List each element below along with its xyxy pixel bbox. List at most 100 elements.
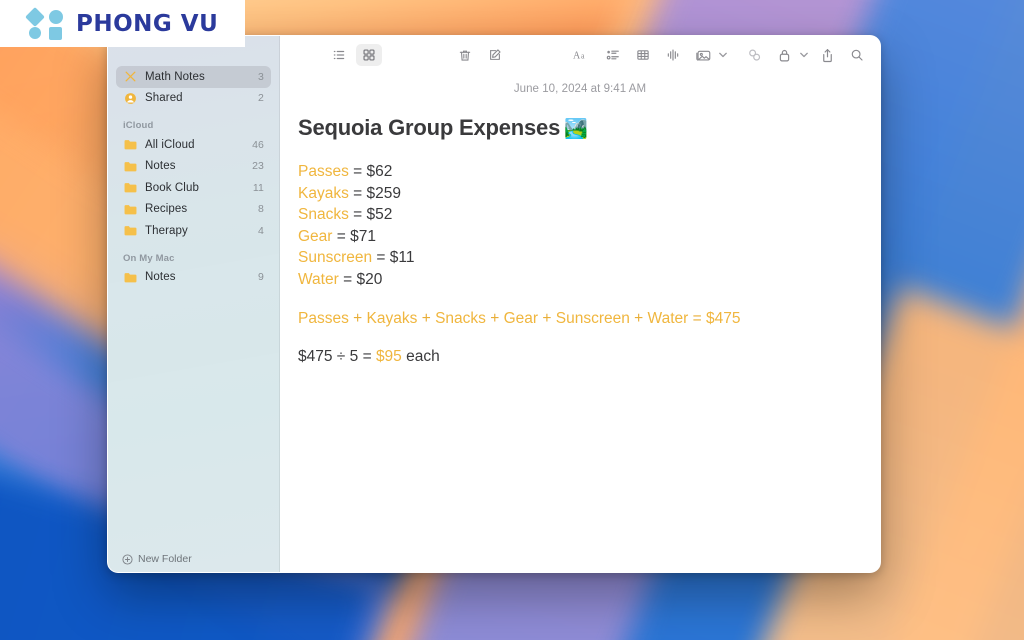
chevron-down-icon[interactable] bbox=[717, 52, 729, 58]
plus-sign: + bbox=[421, 310, 431, 327]
sidebar-item-label: Book Club bbox=[145, 181, 199, 194]
division-result: $95 bbox=[375, 347, 402, 365]
compose-note-icon[interactable] bbox=[482, 44, 508, 66]
phong-vu-logo-text: PHONG VU bbox=[76, 10, 219, 37]
plus-sign: + bbox=[634, 310, 644, 327]
expense-amount: $20 bbox=[356, 270, 383, 288]
list-view-icon[interactable] bbox=[326, 44, 352, 66]
sidebar-item-notes-icloud[interactable]: Notes 23 bbox=[116, 156, 271, 178]
sum-total: $475 bbox=[706, 310, 741, 327]
dividend: $475 bbox=[298, 347, 333, 365]
sidebar-item-label: Math Notes bbox=[145, 70, 205, 83]
expense-amount: $52 bbox=[366, 206, 393, 223]
share-group bbox=[741, 44, 880, 66]
math-function-icon bbox=[123, 70, 138, 83]
note-content[interactable]: June 10, 2024 at 9:41 AM Sequoia Group E… bbox=[280, 74, 880, 367]
sidebar-item-shared[interactable]: Shared 2 bbox=[116, 88, 271, 110]
circle-shape-icon bbox=[29, 26, 41, 39]
expense-name: Gear bbox=[298, 227, 333, 245]
chevron-down-icon[interactable] bbox=[798, 52, 810, 58]
expense-line[interactable]: Water = $20 bbox=[298, 269, 880, 291]
lock-icon[interactable] bbox=[771, 44, 797, 66]
new-folder-button[interactable]: New Folder bbox=[108, 546, 279, 572]
sidebar-item-label: Recipes bbox=[145, 203, 188, 216]
collaborate-link-icon[interactable] bbox=[741, 44, 767, 66]
share-icon[interactable] bbox=[814, 44, 840, 66]
sidebar-section-header-icloud: iCloud bbox=[123, 120, 154, 131]
expense-line[interactable]: Passes = $62 bbox=[298, 161, 880, 183]
equals-sign: = bbox=[353, 163, 363, 180]
sidebar-item-label: Therapy bbox=[145, 224, 188, 237]
sum-term: Passes bbox=[298, 310, 349, 327]
phong-vu-logo-mark bbox=[25, 6, 65, 40]
sum-term: Water bbox=[647, 310, 689, 327]
equals-sign: = bbox=[353, 184, 363, 202]
formatting-group: A a bbox=[570, 44, 729, 66]
sidebar-item-count: 3 bbox=[258, 70, 264, 83]
trash-icon[interactable] bbox=[452, 44, 478, 66]
expense-amount: $71 bbox=[350, 227, 377, 245]
divisor: 5 bbox=[349, 347, 359, 365]
note-title[interactable]: Sequoia Group Expenses 🏞️ bbox=[298, 115, 880, 141]
expense-name: Passes bbox=[298, 163, 349, 180]
equals-sign: = bbox=[376, 249, 386, 266]
sidebar-list[interactable]: Math Notes 3 Shared 2 iCloud All iCloud … bbox=[108, 66, 279, 546]
diamond-shape-icon bbox=[25, 6, 45, 27]
format-aa-icon[interactable]: A a bbox=[570, 44, 596, 66]
expense-line[interactable]: Gear = $71 bbox=[298, 226, 880, 248]
note-title-text: Sequoia Group Expenses bbox=[298, 115, 561, 140]
division-line[interactable]: $475 ÷ 5 = $95 each bbox=[298, 346, 880, 368]
svg-text:a: a bbox=[581, 51, 585, 60]
expense-name: Snacks bbox=[298, 206, 349, 223]
equals-sign: = bbox=[362, 347, 372, 365]
sidebar-item-recipes[interactable]: Recipes 8 bbox=[116, 199, 271, 221]
sidebar-item-notes-local[interactable]: Notes 9 bbox=[116, 267, 271, 289]
sidebar-item-all-icloud[interactable]: All iCloud 46 bbox=[116, 134, 271, 156]
desktop: Math Notes 3 Shared 2 iCloud All iCloud … bbox=[0, 0, 1024, 640]
plus-circle-icon bbox=[122, 553, 133, 565]
sidebar-item-book-club[interactable]: Book Club 11 bbox=[116, 177, 271, 199]
folder-icon bbox=[123, 272, 138, 283]
sidebar-section-header-on-my-mac: On My Mac bbox=[123, 252, 175, 264]
phong-vu-logo: PHONG VU bbox=[0, 0, 245, 47]
new-folder-label: New Folder bbox=[138, 553, 192, 565]
audio-waveform-icon[interactable] bbox=[660, 44, 686, 66]
plus-sign: + bbox=[490, 310, 500, 327]
sidebar-item-count: 23 bbox=[252, 160, 264, 173]
sidebar: Math Notes 3 Shared 2 iCloud All iCloud … bbox=[108, 36, 280, 572]
square-shape-icon bbox=[49, 26, 62, 40]
expense-line[interactable]: Sunscreen = $11 bbox=[298, 247, 880, 269]
sum-line[interactable]: Passes + Kayaks + Snacks + Gear + Sunscr… bbox=[298, 308, 880, 330]
search-icon[interactable] bbox=[844, 44, 870, 66]
note-pane: A a June 10, 2024 at 9:41 AM Sequoia Gro… bbox=[280, 36, 880, 572]
landscape-emoji: 🏞️ bbox=[564, 119, 588, 140]
expense-amount: $62 bbox=[366, 163, 393, 180]
media-photo-icon[interactable] bbox=[690, 44, 716, 66]
expense-name: Kayaks bbox=[298, 184, 349, 202]
sidebar-item-math-notes[interactable]: Math Notes 3 bbox=[116, 66, 271, 88]
notes-window: Math Notes 3 Shared 2 iCloud All iCloud … bbox=[107, 35, 881, 573]
sidebar-item-count: 2 bbox=[258, 92, 264, 105]
math-notes-block[interactable]: Passes = $62 Kayaks = $259 Snacks = $52 bbox=[298, 161, 880, 367]
sum-term: Sunscreen bbox=[555, 310, 630, 327]
folder-icon bbox=[123, 139, 138, 150]
plus-sign: + bbox=[353, 310, 363, 327]
gallery-view-icon[interactable] bbox=[356, 44, 382, 66]
sum-term: Snacks bbox=[435, 310, 486, 327]
sidebar-item-therapy[interactable]: Therapy 4 bbox=[116, 220, 271, 242]
folder-icon bbox=[123, 161, 138, 172]
view-toggle-group bbox=[326, 44, 382, 66]
checklist-icon[interactable] bbox=[600, 44, 626, 66]
expense-line[interactable]: Kayaks = $259 bbox=[298, 183, 880, 205]
note-actions-group bbox=[452, 44, 508, 66]
sidebar-item-count: 8 bbox=[258, 203, 264, 216]
plus-sign: + bbox=[542, 310, 552, 327]
sidebar-item-label: Notes bbox=[145, 160, 176, 173]
expense-line[interactable]: Snacks = $52 bbox=[298, 204, 880, 226]
sidebar-item-count: 11 bbox=[252, 181, 264, 194]
division-suffix: each bbox=[406, 347, 440, 365]
table-icon[interactable] bbox=[630, 44, 656, 66]
sidebar-item-label: Notes bbox=[145, 271, 176, 284]
equals-sign: = bbox=[336, 227, 346, 245]
equals-sign: = bbox=[692, 310, 702, 327]
